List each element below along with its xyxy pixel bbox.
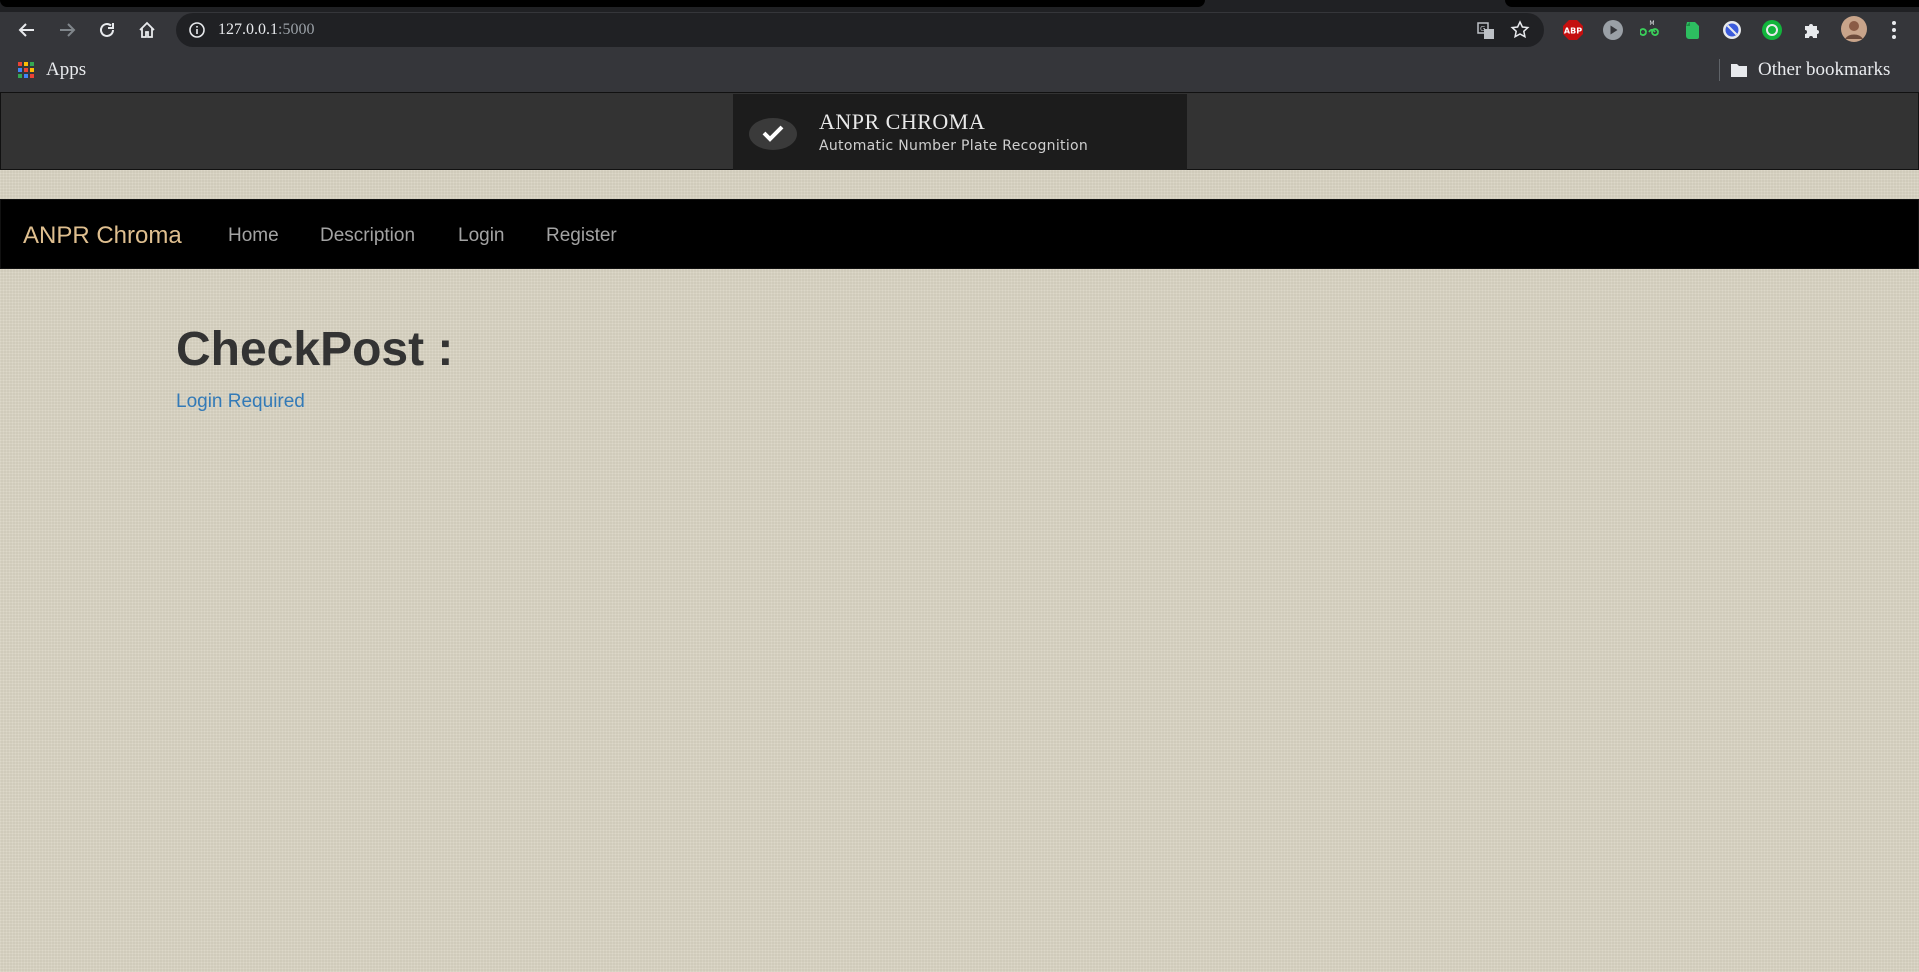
site-banner: ANPR CHROMA Automatic Number Plate Recog…	[733, 94, 1187, 170]
url-port: :5000	[278, 21, 315, 38]
translate-icon[interactable]: G	[1476, 21, 1496, 41]
nav-link-home[interactable]: Home	[228, 225, 279, 247]
active-tab[interactable]	[0, 0, 1205, 7]
banner-title: ANPR CHROMA	[819, 109, 986, 134]
back-arrow-icon	[18, 23, 34, 37]
svg-text:ABP: ABP	[1564, 27, 1582, 36]
svg-text:M: M	[1649, 20, 1654, 27]
other-bookmarks-label: Other bookmarks	[1758, 59, 1891, 80]
browser-toolbar: 127.0.0.1:5000 G ABP M	[0, 12, 1919, 48]
address-bar[interactable]: 127.0.0.1:5000 G	[176, 13, 1544, 47]
bookmarks-divider	[1719, 59, 1720, 81]
svg-text:G: G	[1480, 25, 1485, 33]
page-title: CheckPost :	[176, 323, 454, 376]
url-text: 127.0.0.1:5000	[218, 21, 314, 39]
login-required-link[interactable]: Login Required	[176, 391, 305, 413]
evernote-icon[interactable]	[1680, 18, 1704, 42]
blocker-extension-icon[interactable]	[1720, 18, 1744, 42]
play-extension-icon[interactable]	[1601, 18, 1625, 42]
nav-link-description[interactable]: Description	[320, 225, 415, 247]
forward-arrow-icon	[60, 23, 76, 37]
nav-link-login[interactable]: Login	[458, 225, 505, 247]
reload-button[interactable]	[91, 14, 123, 46]
back-button[interactable]	[11, 14, 43, 46]
profile-avatar[interactable]	[1840, 15, 1868, 43]
forward-button[interactable]	[51, 14, 83, 46]
apps-grid-icon	[18, 62, 34, 78]
tab[interactable]	[1505, 0, 1919, 7]
home-button[interactable]	[131, 14, 163, 46]
adblock-plus-icon[interactable]: ABP	[1561, 18, 1585, 42]
other-bookmarks-folder[interactable]: Other bookmarks	[1730, 59, 1890, 81]
folder-icon	[1731, 64, 1747, 77]
reload-icon	[100, 22, 114, 37]
url-host: 127.0.0.1	[218, 21, 278, 38]
infinity-extension-icon[interactable]: M	[1640, 18, 1664, 42]
puzzle-icon[interactable]	[1800, 18, 1824, 42]
tab-strip	[0, 0, 1919, 12]
navbar-brand[interactable]: ANPR Chroma	[23, 222, 182, 250]
checkmark-logo-icon	[749, 118, 797, 150]
apps-bookmark[interactable]: Apps	[18, 59, 86, 81]
site-navbar: ANPR Chroma Home Description Login Regis…	[0, 199, 1919, 269]
apps-label: Apps	[46, 59, 87, 80]
bookmark-star-icon[interactable]	[1510, 20, 1530, 40]
nav-link-register[interactable]: Register	[546, 225, 617, 247]
green-circle-extension-icon[interactable]	[1760, 18, 1784, 42]
browser-menu-icon[interactable]	[1882, 18, 1906, 42]
banner-subtitle: Automatic Number Plate Recognition	[819, 138, 1089, 154]
info-icon[interactable]	[188, 21, 206, 39]
bookmarks-bar: Apps Other bookmarks	[0, 48, 1919, 92]
home-icon	[139, 21, 155, 38]
